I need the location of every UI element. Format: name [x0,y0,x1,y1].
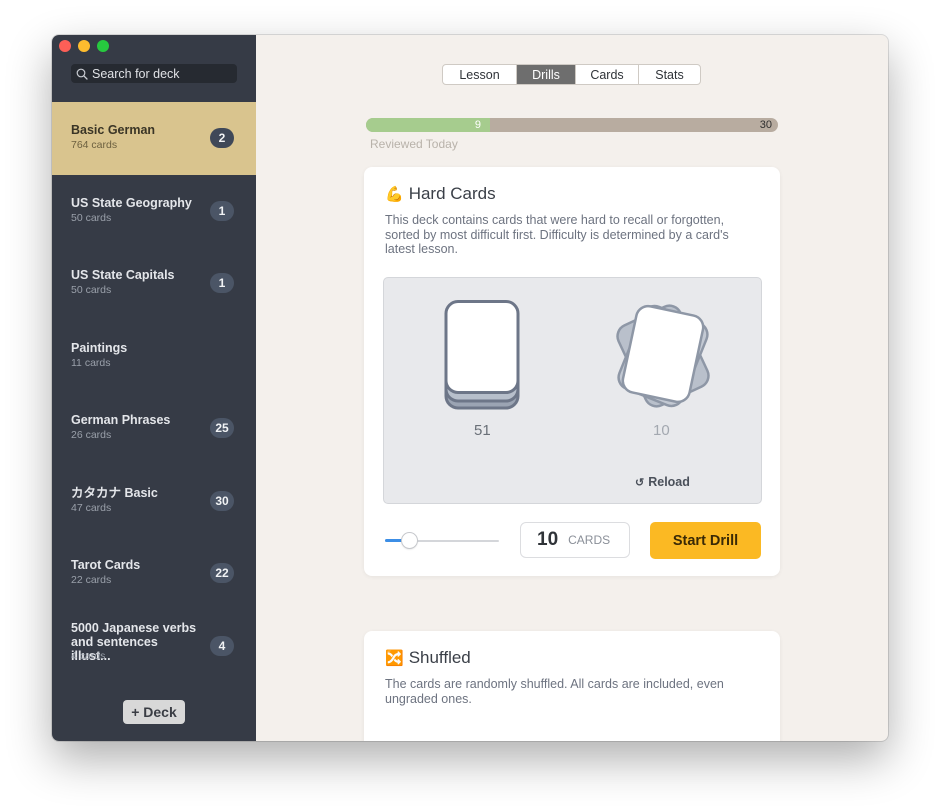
deck-card-count: 764 cards [71,139,118,151]
hard-cards-title: Hard Cards [408,184,496,203]
reload-button[interactable]: ↺ Reload [635,475,690,489]
tab-drills[interactable]: Drills [517,65,576,84]
panel-title: 🔀 Shuffled [385,648,471,668]
deck-item-tarot-cards[interactable]: Tarot Cards 22 cards 22 [52,537,256,610]
deck-card-count: 47 cards [71,501,112,514]
search-icon [76,68,88,80]
slider-thumb[interactable] [402,533,417,548]
shuffle-icon: 🔀 [385,650,404,667]
deck-title: Tarot Cards [71,558,141,572]
due-count-badge: 22 [210,563,234,583]
sidebar: Basic German 764 cards 2 US State Geogra… [52,35,256,741]
app-window: Basic German 764 cards 2 US State Geogra… [52,35,888,741]
progress-done-count: 9 [474,119,481,131]
deck-item-us-state-capitals[interactable]: US State Capitals 50 cards 1 [52,247,256,320]
deck-card-count: 4 cards [71,649,106,662]
tab-lesson[interactable]: Lesson [443,65,517,84]
shuffled-panel: 🔀 Shuffled The cards are randomly shuffl… [364,631,780,741]
hard-cards-description: This deck contains cards that were hard … [385,213,729,256]
shuffled-cards-icon [616,304,710,408]
flexed-biceps-icon: 💪 [385,186,404,203]
tab-stats[interactable]: Stats [639,65,700,84]
minimize-window-button[interactable] [78,40,90,52]
deck-item-paintings[interactable]: Paintings 11 cards [52,320,256,393]
deck-title: US State Capitals [71,268,175,282]
reload-label: Reload [648,475,690,489]
deck-card-count: 11 cards [71,356,111,369]
deck-card-count: 50 cards [71,284,112,296]
deck-card-count: 22 cards [71,574,112,586]
tab-cards[interactable]: Cards [576,65,639,84]
hard-cards-panel: 💪 Hard Cards This deck contains cards th… [364,167,780,576]
review-progress-bar: 9 30 [366,118,778,132]
maximize-window-button[interactable] [97,40,109,52]
deck-item-katakana-basic[interactable]: カタカナ Basic 47 cards 30 [52,465,256,538]
deck-item-japanese-verbs[interactable]: 5000 Japanese verbs and sentences illust… [52,610,256,683]
drill-preview-area: 51 10 ↺ Reload [383,277,762,504]
progress-caption: Reviewed Today [370,137,458,151]
deck-title: Basic German [71,123,156,137]
reload-icon: ↺ [635,476,645,489]
due-count-badge: 2 [210,128,234,148]
deck-item-basic-german[interactable]: Basic German 764 cards 2 [52,102,256,175]
panel-title: 💪 Hard Cards [385,184,496,204]
deck-card-count: 50 cards [71,211,112,224]
shuffled-title: Shuffled [408,648,471,667]
deck-title: カタカナ Basic [71,485,158,500]
due-count-badge: 4 [210,635,234,656]
deck-title: Paintings [71,340,128,355]
card-count-slider[interactable] [385,532,499,550]
shuffled-card-count: 10 [653,422,670,439]
due-count-badge: 1 [210,200,234,221]
stack-card-count: 51 [474,422,491,439]
search-box[interactable] [71,64,237,83]
main-content: Lesson Drills Cards Stats 9 30 Reviewed … [256,35,888,741]
card-count-field[interactable]: 10 CARDS [520,522,630,558]
card-count-value: 10 [537,529,559,550]
deck-item-us-state-geography[interactable]: US State Geography 50 cards 1 [52,175,256,248]
deck-title: German Phrases [71,413,171,427]
deck-item-german-phrases[interactable]: German Phrases 26 cards 25 [52,392,256,465]
card-stack-icon [444,300,520,410]
progress-total-count: 30 [759,119,772,131]
search-input[interactable] [92,66,232,81]
tab-bar: Lesson Drills Cards Stats [442,64,701,85]
deck-card-count: 26 cards [71,429,112,441]
due-count-badge: 25 [210,418,234,438]
due-count-badge: 30 [210,490,234,511]
card-count-unit: CARDS [568,533,611,547]
shuffled-description: The cards are randomly shuffled. All car… [385,677,724,706]
add-deck-button[interactable]: + Deck [123,700,185,724]
deck-list: Basic German 764 cards 2 US State Geogra… [52,102,256,682]
due-count-badge: 1 [210,273,234,293]
close-window-button[interactable] [59,40,71,52]
start-drill-button[interactable]: Start Drill [650,522,761,559]
deck-title: US State Geography [71,195,192,210]
